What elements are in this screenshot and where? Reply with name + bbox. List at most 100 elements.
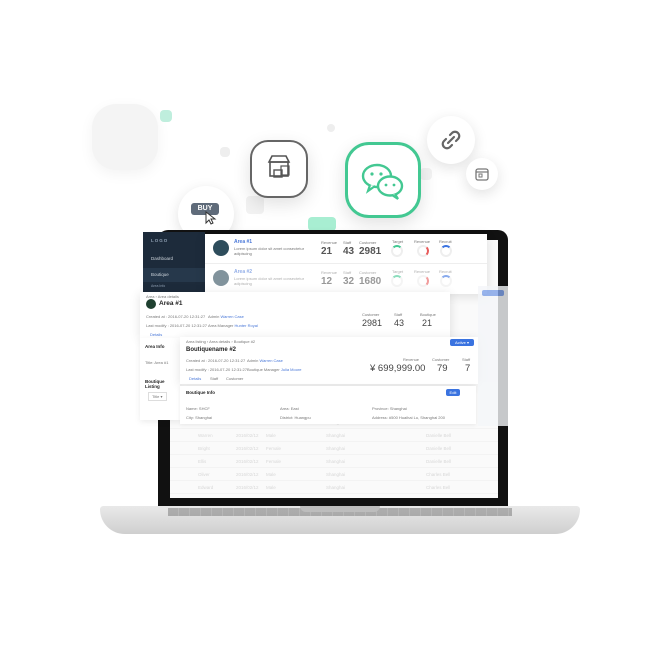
calendar-icon (466, 158, 498, 190)
status-label: Active (454, 340, 466, 345)
tab-staff[interactable]: Staff (210, 376, 218, 381)
gauge-label: Revenue (414, 269, 431, 274)
cell: Ellis (198, 459, 207, 464)
cell: Male (266, 472, 276, 477)
cell: Shanghai (326, 446, 346, 451)
field-value: Area #1 (154, 360, 169, 365)
field-label: Name: (186, 406, 198, 411)
table-row: Bright 2016/02/12 Female Shanghai Danielle B… (170, 442, 498, 455)
cell: Shanghai (326, 459, 346, 464)
mint-square (160, 110, 172, 122)
field-value: SHCF (198, 406, 210, 411)
field-label: City: (186, 415, 194, 420)
manager-link[interactable]: Julia Moore (281, 367, 302, 372)
tab-details[interactable]: Details (189, 376, 201, 381)
cell: 2016/02/12 (236, 472, 259, 477)
table-row: Warren 2016/02/12 Male Shanghai Danielle Bel… (170, 429, 498, 442)
listing-title: Boutique Listing (145, 379, 165, 389)
mint-square (308, 217, 336, 231)
sidebar-item-dashboard[interactable]: Dashboard (151, 256, 207, 261)
area-title[interactable]: Area #1 (234, 239, 252, 245)
area-title[interactable]: Area #2 (234, 269, 252, 275)
area-desc: Lorem ipsum dolor sit amet consectetur a… (234, 276, 305, 286)
cell: Oliver (198, 472, 210, 477)
field-label: Province: (372, 406, 389, 411)
recruit-gauge (440, 275, 452, 287)
metric-value: 21 (321, 246, 333, 257)
field-value: 2016-07-20 12:31:27 (169, 323, 207, 328)
area-row[interactable]: Area #1 Lorem ipsum dolor sit amet conse… (205, 234, 487, 264)
table-row: Edward 2016/02/12 Male Shanghai Charles Bell (170, 481, 498, 494)
field-value: Huangpu (294, 415, 311, 420)
status-dropdown[interactable]: Active ▾ (450, 339, 474, 346)
field-label: Last modify : (146, 323, 169, 328)
area-row[interactable]: Area #2 Lorem ipsum dolor sit amet conse… (205, 264, 487, 294)
field-label: Admin (208, 314, 220, 319)
area-detail-card: Area › Area details Area #1 Created at :… (140, 292, 450, 338)
field-value: 2016-07-20 12:31:27 (208, 358, 246, 363)
gauge-label: Recruit (439, 269, 452, 274)
laptop-notch (300, 506, 380, 512)
area-info-panel: Area Info Title: Area #1 Boutique Listin… (140, 338, 180, 420)
sidebar-item-area[interactable]: Area Info (151, 284, 165, 288)
panel-title: Boutique Info (186, 390, 215, 395)
tab-customer[interactable]: Customer (226, 376, 243, 381)
sidebar-item-boutique[interactable]: Boutique (143, 268, 207, 282)
area-avatar (213, 240, 229, 256)
faded-button (482, 290, 504, 296)
metric-value: 2981 (359, 246, 382, 257)
cell: Shanghai (326, 472, 346, 477)
sidebar-item-label: Area Info (151, 284, 166, 288)
metric-label: Staff (394, 312, 403, 317)
cell: Shanghai (326, 433, 346, 438)
cell: 2016/02/12 (236, 433, 259, 438)
cell: Bright (198, 446, 210, 451)
field-label: Area: (280, 406, 290, 411)
admin-link[interactable]: Warren Case (259, 358, 282, 363)
area-list-card: Area #1 Lorem ipsum dolor sit amet conse… (205, 234, 487, 294)
revenue-value: ¥ 699,999.00 (370, 363, 426, 374)
metric-label: Boutique (420, 312, 436, 317)
cell: 2016/02/12 (236, 446, 259, 451)
cell: Danielle Bell (426, 459, 452, 464)
tab-details[interactable]: Details (150, 332, 162, 337)
target-gauge (391, 275, 403, 287)
metric-label: Customer (359, 270, 377, 275)
field-label: Title: (145, 360, 154, 365)
boutique-info-panel: Boutique Info Edit Name: SHCF City: Shan… (180, 386, 476, 424)
area-avatar (146, 299, 156, 309)
field-value: #500 Huaihai Lu, Shanghai 200 (388, 415, 445, 420)
breadcrumb: Area listing › Area details › Boutique #… (186, 339, 256, 344)
metric-value: 1680 (359, 276, 382, 287)
cell: Danielle Bell (426, 446, 452, 451)
field-label: Boutique Manager (247, 367, 280, 372)
cell: Male (266, 485, 276, 490)
filter-select[interactable]: Title ▾ (148, 392, 167, 401)
page-title: Boutiquename #2 (186, 347, 237, 353)
gauge-label: Revenue (414, 239, 431, 244)
gauge-label: Target (392, 269, 404, 274)
metric-value: 12 (321, 276, 333, 287)
cell: Male (266, 433, 276, 438)
edit-button[interactable]: Edit (446, 389, 460, 396)
metric-label: Customer (359, 240, 377, 245)
admin-link[interactable]: Warren Case (220, 314, 243, 319)
gauge-label: Target (392, 239, 404, 244)
revenue-gauge (417, 245, 429, 257)
background-table: Pinkie2016/02/12FemaleShanghaiDanielle B… (170, 416, 498, 498)
field-label: Last modify : (186, 367, 209, 372)
page-title: Area #1 (159, 300, 183, 307)
field-label: District: (280, 415, 294, 420)
area-desc: Lorem ipsum dolor sit amet consectetur a… (234, 246, 305, 256)
field-value: 2016-07-20 12:31:27 (168, 314, 206, 319)
filter-value: Title (152, 394, 160, 399)
right-faded-panel (478, 286, 508, 426)
metric-label: Revenue (321, 270, 338, 275)
manager-link[interactable]: Hunter Royal (234, 323, 257, 328)
gauge-label: Recruit (439, 239, 452, 244)
recruit-gauge (440, 245, 452, 257)
sidebar-item-label: Boutique (151, 272, 169, 277)
field-label: Address: (372, 415, 388, 420)
sidebar: LOGO Dashboard Boutique Area Info (143, 232, 207, 294)
metric-value: 2981 (362, 318, 383, 328)
